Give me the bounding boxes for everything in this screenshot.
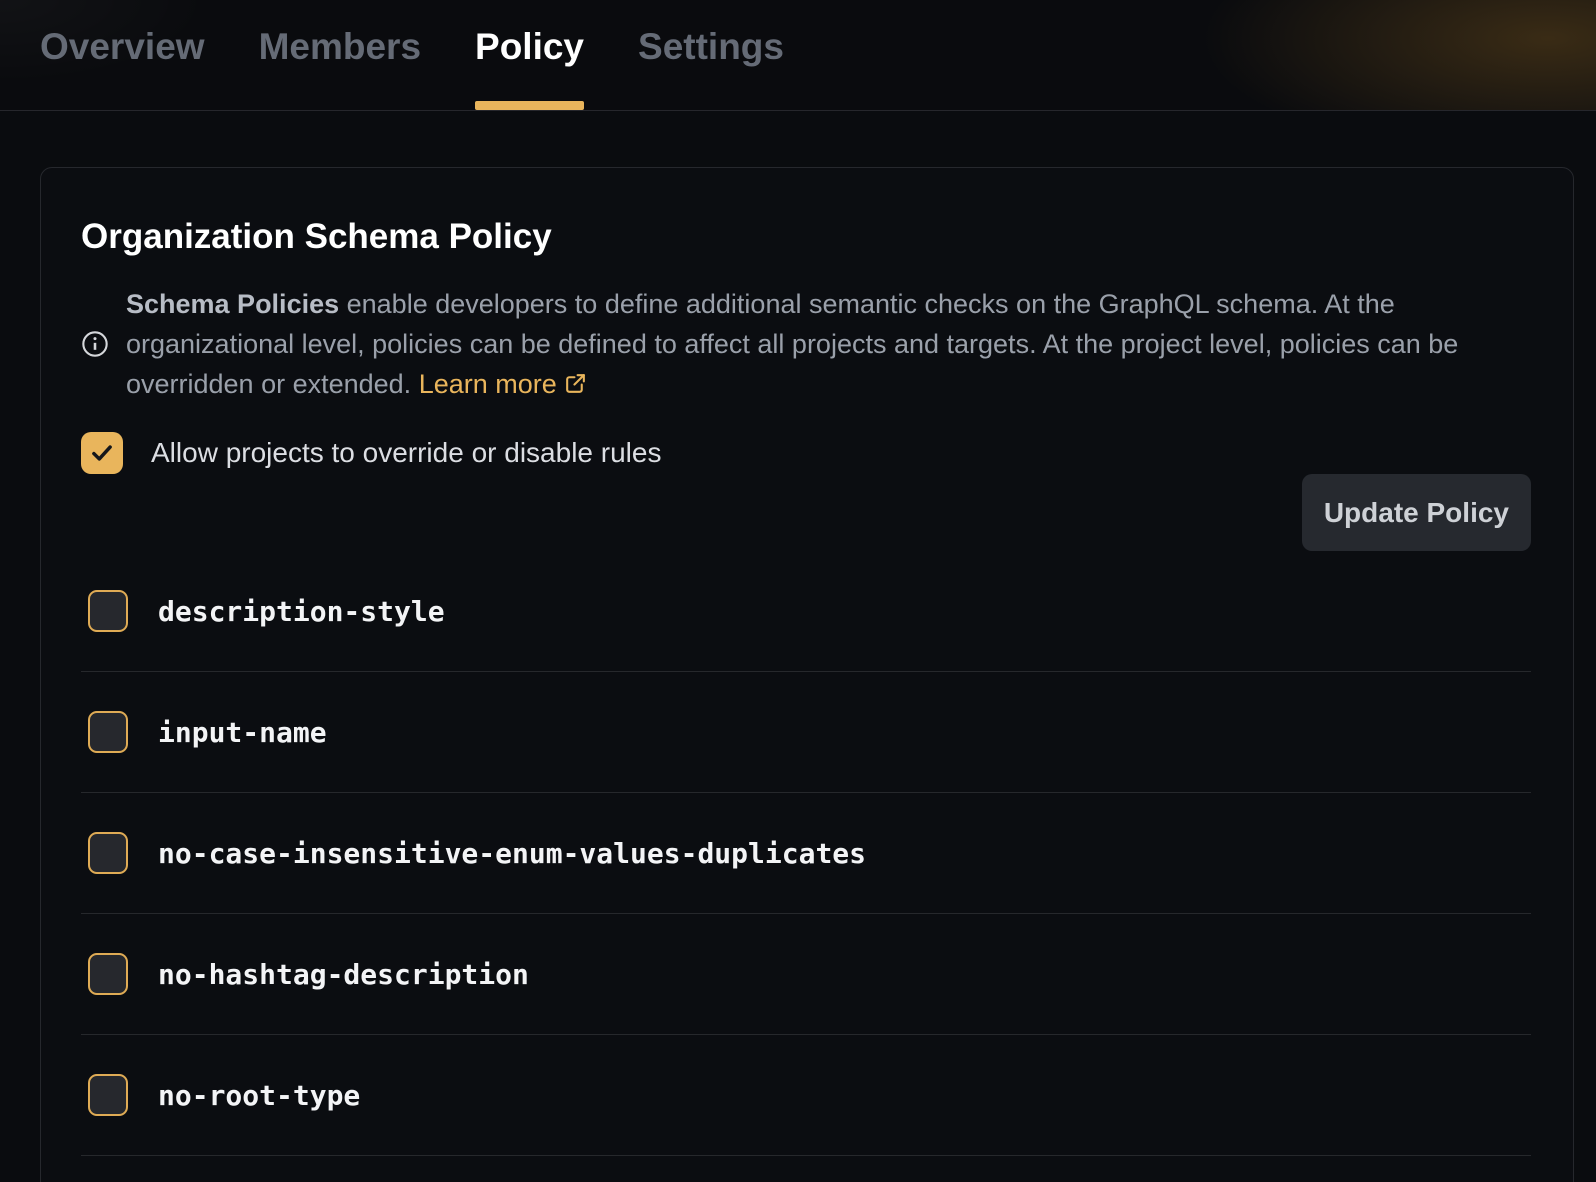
info-icon	[81, 330, 109, 358]
rule-name: no-case-insensitive-enum-values-duplicat…	[158, 837, 866, 870]
update-policy-button[interactable]: Update Policy	[1302, 474, 1531, 551]
actions-row: Update Policy	[81, 474, 1531, 551]
rule-row-description-style: description-style	[81, 551, 1531, 672]
allow-override-row[interactable]: Allow projects to override or disable ru…	[81, 432, 661, 474]
rule-checkbox-input-name[interactable]	[88, 711, 128, 753]
page-title: Organization Schema Policy	[81, 216, 1531, 258]
tab-settings[interactable]: Settings	[638, 25, 784, 110]
learn-more-link[interactable]: Learn more	[419, 369, 588, 399]
rule-row-no-case-insensitive-enum-values-duplicates: no-case-insensitive-enum-values-duplicat…	[81, 793, 1531, 914]
checkmark-icon	[89, 440, 115, 466]
rule-name: description-style	[158, 595, 445, 628]
tab-policy[interactable]: Policy	[475, 25, 584, 110]
rule-checkbox-no-root-type[interactable]	[88, 1074, 128, 1116]
rule-name: no-hashtag-description	[158, 958, 529, 991]
rule-checkbox-no-case-insensitive-enum-values-duplicates[interactable]	[88, 832, 128, 874]
tab-bar: Overview Members Policy Settings	[0, 0, 1596, 111]
policy-rules-list: description-style input-name no-case-ins…	[81, 551, 1531, 1156]
active-tab-indicator	[475, 101, 584, 110]
external-link-icon	[563, 371, 588, 396]
policy-info-note: Schema Policies enable developers to def…	[81, 284, 1531, 404]
rule-row-no-hashtag-description: no-hashtag-description	[81, 914, 1531, 1035]
allow-override-checkbox[interactable]	[81, 432, 123, 474]
rule-name: input-name	[158, 716, 327, 749]
rule-row-no-root-type: no-root-type	[81, 1035, 1531, 1156]
tab-overview[interactable]: Overview	[40, 25, 205, 110]
learn-more-label: Learn more	[419, 369, 557, 399]
rule-checkbox-no-hashtag-description[interactable]	[88, 953, 128, 995]
schema-policy-card: Organization Schema Policy Schema Polici…	[40, 167, 1574, 1182]
allow-override-label: Allow projects to override or disable ru…	[151, 437, 661, 469]
rule-name: no-root-type	[158, 1079, 360, 1112]
rule-row-input-name: input-name	[81, 672, 1531, 793]
tab-members[interactable]: Members	[259, 25, 421, 110]
main-content: Organization Schema Policy Schema Polici…	[0, 167, 1596, 1182]
policy-description-lead: Schema Policies	[126, 289, 339, 319]
policy-description: Schema Policies enable developers to def…	[126, 284, 1531, 404]
rule-checkbox-description-style[interactable]	[88, 590, 128, 632]
